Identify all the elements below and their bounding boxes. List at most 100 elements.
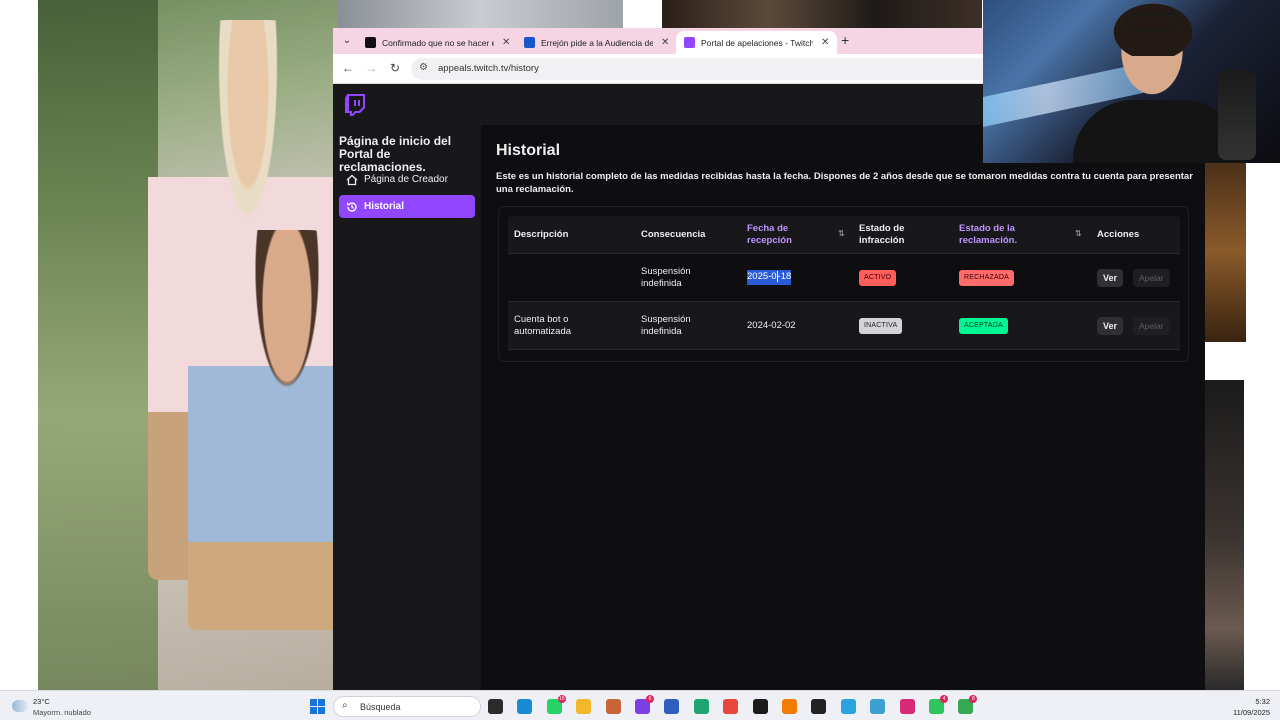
back-icon[interactable]: ← [340, 61, 356, 75]
app-lime-icon[interactable]: 4 [929, 695, 948, 714]
search-placeholder: Búsqueda [360, 702, 401, 712]
photo-foliage [38, 0, 158, 690]
twitch-logo-icon[interactable] [345, 94, 365, 116]
table-row: Suspensión indefinida 2025-0-18 ACTIVO R… [508, 254, 1180, 302]
header-claim-status[interactable]: Estado de la reclamación. [959, 216, 1049, 253]
clock-time[interactable]: 5:32 [1255, 697, 1270, 706]
tab-twitch-appeals[interactable]: Portal de apelaciones - Twitch ✕ [676, 31, 838, 54]
app-purple-icon[interactable]: 6 [635, 695, 654, 714]
sidebar-item-creator-page[interactable]: Página de Creador [339, 168, 475, 191]
appeal-button[interactable]: Apelar [1133, 316, 1170, 335]
background-photo-left [38, 0, 338, 690]
status-badge: ACEPTADA [959, 317, 1008, 334]
chrome-icon[interactable] [723, 699, 739, 714]
status-badge: RECHAZADA [959, 269, 1014, 286]
taskbar: 23°C Mayorm. nublado ⌕ Búsqueda 16 6 4 8 5:… [0, 690, 1280, 720]
instagram-icon[interactable] [899, 699, 915, 714]
tab-search-icon[interactable]: ⌄ [339, 33, 355, 49]
rtve-icon[interactable] [782, 699, 797, 714]
row-received-date[interactable]: 2025-0-18 [747, 254, 847, 301]
twitch-icon [684, 37, 695, 48]
file-explorer-icon[interactable] [576, 699, 592, 714]
close-icon[interactable]: ✕ [502, 37, 510, 48]
app-blue-icon[interactable] [870, 699, 886, 714]
microphone-icon [1218, 70, 1256, 160]
page-title: Historial [496, 142, 561, 159]
app-dark-icon[interactable] [811, 699, 827, 714]
status-badge: INACTIVA [859, 317, 903, 334]
tab-news[interactable]: Errejón pide a la Audiencia de ✕ [516, 31, 677, 54]
close-icon[interactable]: ✕ [661, 37, 669, 48]
windows-start-icon[interactable] [310, 699, 325, 714]
header-infraction-status: Estado de infracción [859, 222, 905, 246]
weather-description[interactable]: Mayorm. nublado [33, 708, 91, 717]
selected-date-text[interactable]: 2025-0-18 [747, 270, 792, 285]
tiktok-icon [365, 37, 376, 48]
row-description: Cuenta bot o automatizada [514, 313, 572, 337]
paint-icon[interactable] [605, 699, 621, 714]
edge-icon[interactable] [517, 699, 533, 714]
row-claim-status: ACEPTADA [959, 302, 1059, 349]
sort-icon[interactable]: ⇅ [1075, 229, 1082, 238]
taskbar-search-input[interactable]: ⌕ Búsqueda [333, 696, 481, 717]
background-photo-right-top [1204, 160, 1246, 342]
tab-label: Confirmado que no se hacer e [382, 37, 494, 48]
row-claim-status: RECHAZADA [959, 254, 1059, 301]
background-photo-right-bottom [1204, 380, 1244, 690]
view-button[interactable]: Ver [1097, 316, 1124, 335]
background-photo-top-left [338, 0, 623, 28]
row-actions: Ver Apelar [1097, 302, 1187, 349]
clock-date[interactable]: 11/09/2025 [1233, 708, 1270, 717]
store-icon[interactable] [664, 699, 680, 714]
sidebar-item-label: Historial [364, 201, 405, 212]
tab-label: Portal de apelaciones - Twitch [701, 37, 813, 48]
table-row: Cuenta bot o automatizada Suspensión ind… [508, 302, 1180, 350]
new-tab-icon[interactable]: + [841, 32, 849, 48]
cloud-icon[interactable] [12, 700, 28, 712]
row-consequence: Suspensión indefinida [641, 265, 691, 289]
photo-boy [188, 230, 338, 630]
close-icon[interactable]: ✕ [821, 37, 829, 48]
status-badge: ACTIVO [859, 269, 897, 286]
row-description [514, 254, 634, 301]
weather-temperature[interactable]: 23°C [33, 697, 50, 706]
sort-icon[interactable]: ⇅ [838, 229, 845, 238]
task-view-icon[interactable] [488, 699, 503, 714]
tab-tiktok[interactable]: Confirmado que no se hacer e ✕ [357, 31, 518, 54]
notification-badge: 16 [557, 695, 566, 703]
appeal-button[interactable]: Apelar [1133, 268, 1170, 287]
url-text: appeals.twitch.tv/history [438, 63, 539, 74]
history-table-card: Descripción Consecuencia Fecha de recepc… [498, 206, 1189, 362]
sidebar: Página de inicio del Portal de reclamaci… [333, 125, 481, 690]
chrome-2-icon[interactable]: 8 [958, 695, 978, 714]
table-header: Descripción Consecuencia Fecha de recepc… [508, 216, 1180, 254]
row-infraction-status: INACTIVA [859, 302, 939, 349]
background-photo-top [662, 0, 982, 28]
header-received-date[interactable]: Fecha de recepción [747, 216, 817, 253]
reload-icon[interactable]: ↻ [387, 61, 403, 75]
header-consequence: Consecuencia [641, 228, 706, 240]
history-icon [346, 201, 357, 212]
whatsapp-icon[interactable]: 16 [546, 695, 566, 714]
media-icon[interactable] [752, 699, 768, 714]
notification-badge: 8 [969, 695, 978, 703]
news-icon [524, 37, 535, 48]
row-received-date: 2024-02-02 [747, 319, 796, 331]
page-description: Este es un historial completo de las med… [496, 171, 1193, 195]
row-actions: Ver Apelar [1097, 254, 1187, 301]
history-table: Descripción Consecuencia Fecha de recepc… [508, 216, 1180, 350]
view-button[interactable]: Ver [1097, 268, 1124, 287]
forward-icon[interactable]: → [363, 61, 379, 75]
site-settings-icon[interactable]: ⚙ [419, 62, 428, 73]
row-infraction-status: ACTIVO [859, 254, 939, 301]
header-actions: Acciones [1097, 228, 1140, 240]
main-content: Historial Este es un historial completo … [481, 125, 1205, 690]
notification-badge: 6 [646, 695, 654, 703]
search-icon: ⌕ [342, 700, 348, 711]
app-green-icon[interactable] [693, 699, 709, 714]
tab-label: Errejón pide a la Audiencia de [541, 37, 653, 48]
telegram-icon[interactable] [840, 699, 856, 714]
home-icon [346, 174, 358, 185]
sidebar-item-history[interactable]: Historial [339, 195, 475, 218]
notification-badge: 4 [940, 695, 948, 703]
